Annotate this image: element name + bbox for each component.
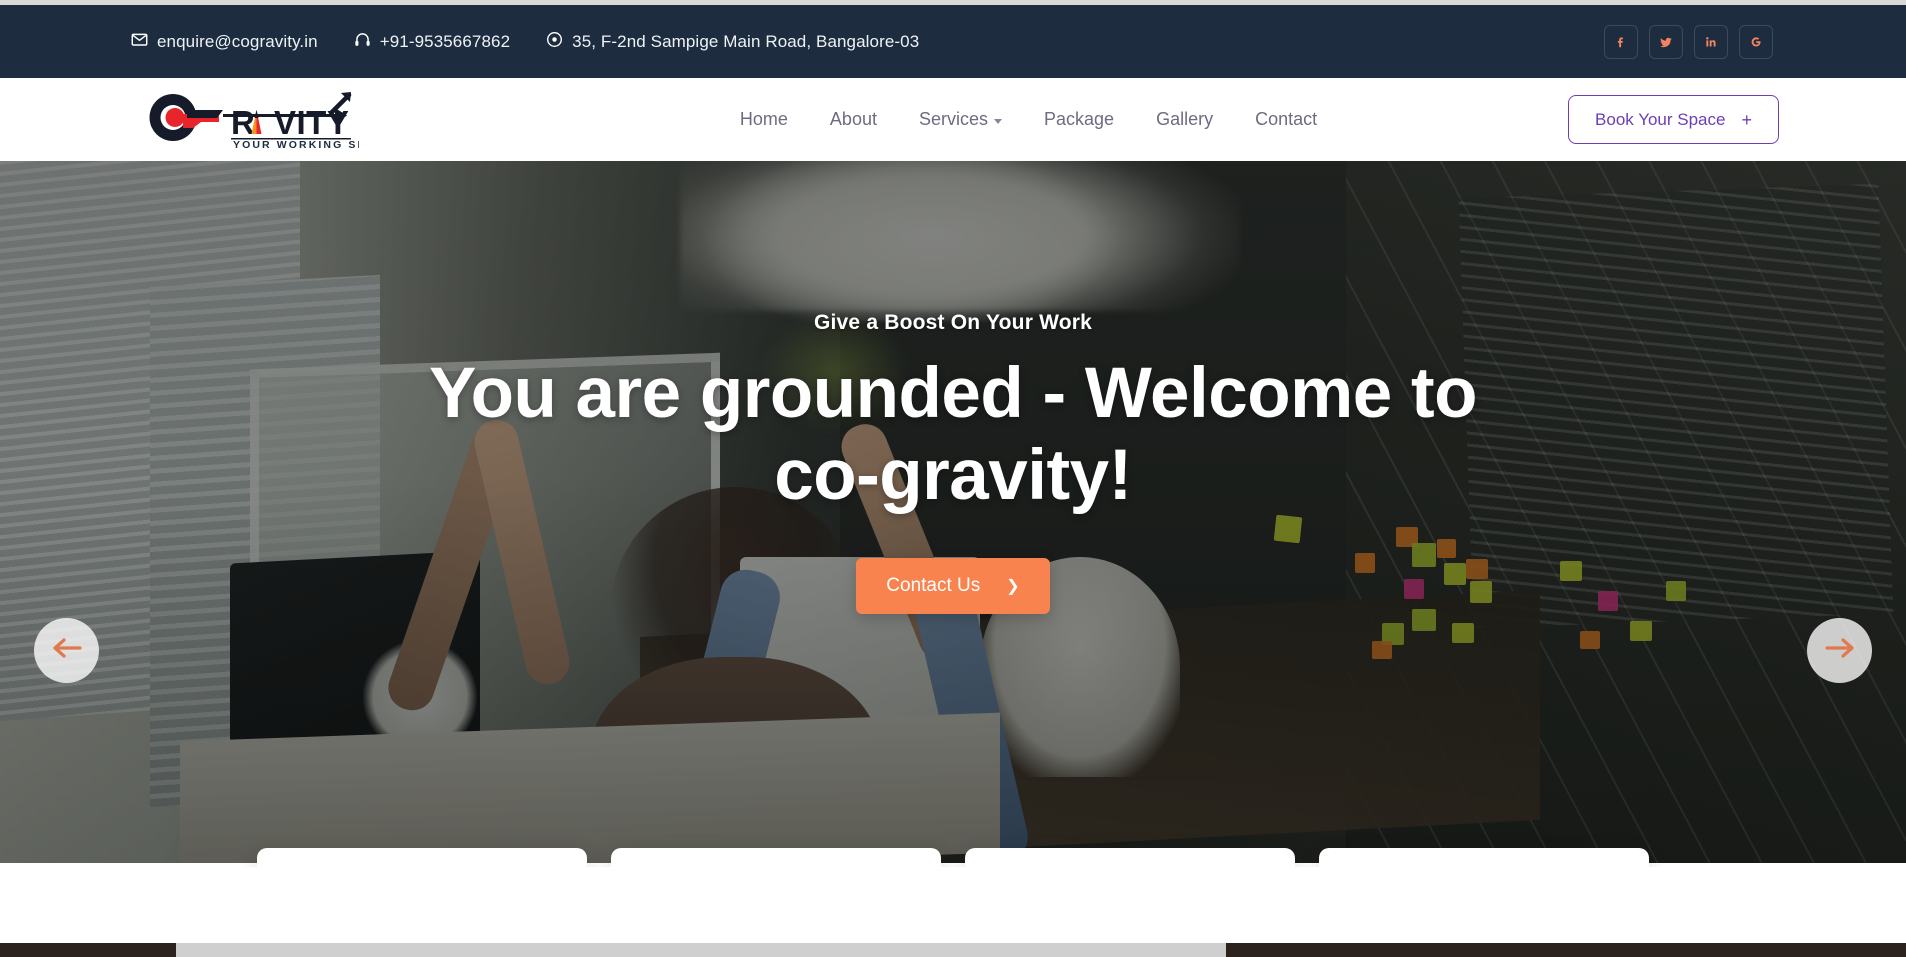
contact-email[interactable]: enquire@cogravity.in [131,31,318,53]
location-pin-icon [546,31,563,53]
nav-label: Services [918,109,988,129]
linkedin-icon[interactable] [1694,24,1728,59]
feature-card-event-space[interactable]: Event Space [257,848,587,867]
chevron-down-icon [994,118,1002,124]
main-navigation: Home About Services Package Gallery Cont… [719,109,1338,130]
contact-info-group: enquire@cogravity.in +91-9535667862 35, … [131,31,919,53]
nav-item-home[interactable]: Home [719,109,809,130]
hero-title: You are grounded - Welcome to co-gravity… [429,354,1477,516]
nav-item-package[interactable]: Package [1023,109,1135,130]
nav-label: About [829,109,877,129]
envelope-icon [131,31,148,53]
google-icon[interactable] [1739,24,1773,59]
arrow-left-icon [52,636,82,665]
twitter-icon[interactable] [1649,24,1683,59]
feature-card-customize-space[interactable]: Customize Space [965,848,1295,867]
nav-label: Home [739,109,788,129]
nav-item-contact[interactable]: Contact [1234,109,1338,130]
top-contact-bar: enquire@cogravity.in +91-9535667862 35, … [0,5,1906,78]
arrow-right-icon [1824,636,1855,665]
nav-item-gallery[interactable]: Gallery [1135,109,1234,130]
book-button-label: Book Your Space [1595,109,1726,129]
contact-us-button[interactable]: Contact Us ❯ [856,557,1050,614]
headset-icon [354,31,371,53]
chevron-right-icon: ❯ [1006,577,1020,595]
contact-phone-text: +91-9535667862 [379,31,511,51]
hero-content: Give a Boost On Your Work You are ground… [0,161,1906,867]
feature-card-snacks-coffee[interactable]: Snacks & Coffee [1319,848,1649,867]
hero-carousel: Give a Boost On Your Work You are ground… [0,161,1906,867]
facebook-icon[interactable] [1604,24,1638,59]
horizontal-scrollbar-track[interactable] [0,943,1906,957]
book-your-space-button[interactable]: Book Your Space + [1568,95,1779,144]
nav-item-services[interactable]: Services [898,109,1023,130]
contact-phone[interactable]: +91-9535667862 [354,31,510,53]
horizontal-scrollbar-thumb[interactable] [176,943,1226,957]
nav-label: Contact [1255,109,1318,129]
site-logo[interactable]: R VITY YOUR WORKING SPACE [127,88,359,152]
carousel-next-button[interactable] [1807,618,1872,683]
hero-subtitle: Give a Boost On Your Work [813,311,1093,334]
feature-card-high-speed-wifi[interactable]: High Speed Wifi [611,848,941,867]
plus-icon: + [1741,109,1752,130]
feature-cards-row: Event Space High Speed Wifi [0,848,1906,867]
social-links-group [1604,24,1773,59]
nav-label: Gallery [1156,109,1214,129]
cta-label: Contact Us [886,574,981,596]
page-bottom-section [0,863,1906,943]
nav-label: Package [1044,109,1115,129]
site-header: R VITY YOUR WORKING SPACE Home About Ser… [0,78,1906,161]
contact-address[interactable]: 35, F-2nd Sampige Main Road, Bangalore-0… [546,31,919,53]
svg-text:VITY: VITY [274,104,349,141]
svg-text:YOUR WORKING SPACE: YOUR WORKING SPACE [233,139,359,151]
contact-address-text: 35, F-2nd Sampige Main Road, Bangalore-0… [572,31,920,51]
nav-item-about[interactable]: About [809,109,898,130]
contact-email-text: enquire@cogravity.in [157,31,318,51]
carousel-prev-button[interactable] [34,618,99,683]
svg-text:R: R [231,104,255,141]
